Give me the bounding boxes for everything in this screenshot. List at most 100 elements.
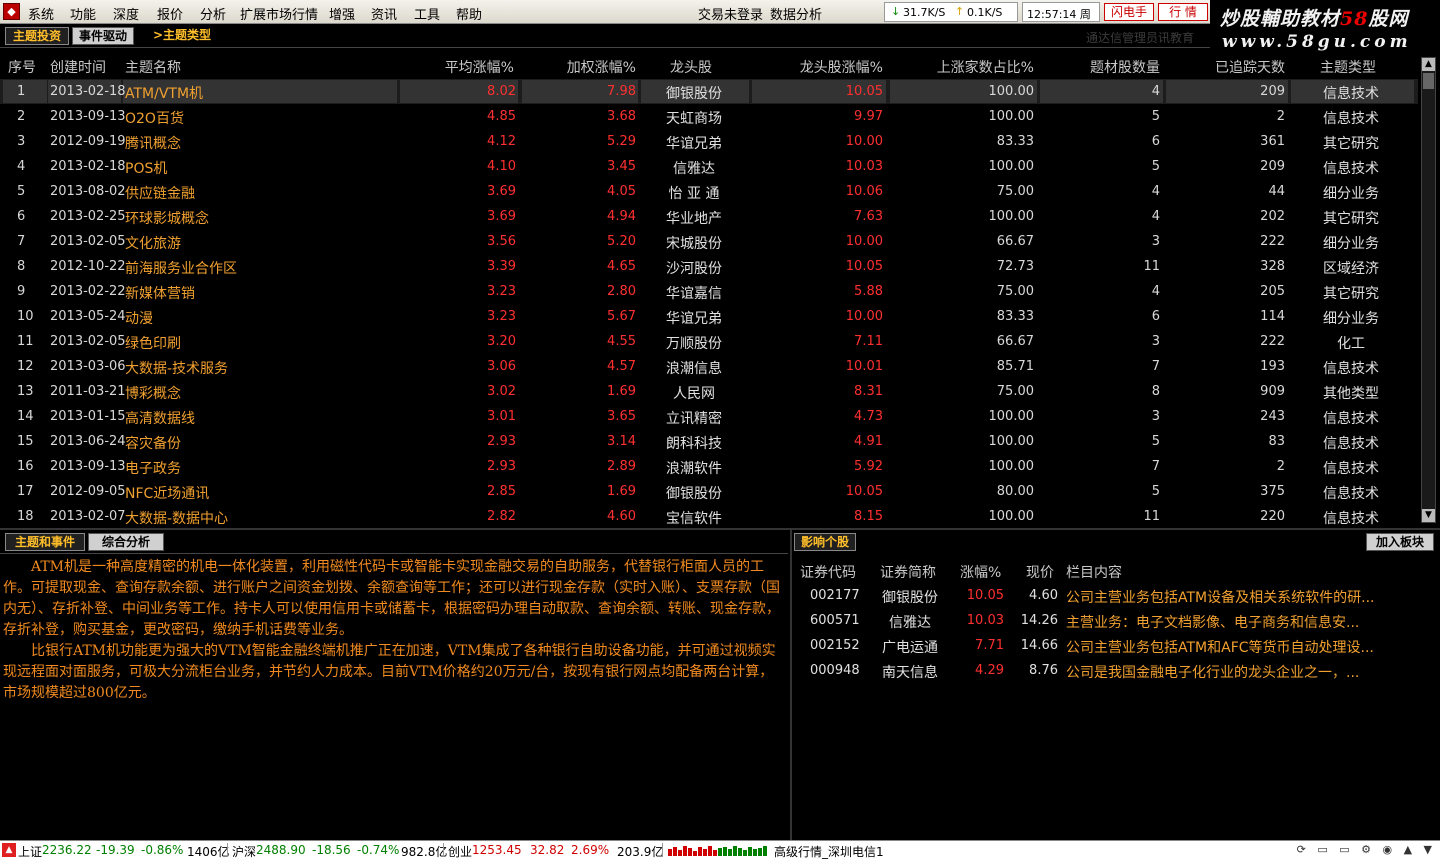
scroll-thumb[interactable]	[1423, 73, 1434, 89]
cell-date: 2012-10-22	[50, 259, 126, 274]
sh-label[interactable]: 上证	[18, 843, 42, 859]
table-row[interactable]: 9 2013-02-22 新媒体营销 3.23 2.80 华谊嘉信 5.88 75.00 4 20…	[0, 279, 1418, 304]
header-date[interactable]: 创建时间	[50, 57, 106, 77]
clock: 12:57:14 周日	[1022, 2, 1100, 37]
cell-leader-pct: 7.11	[854, 334, 883, 349]
header-leader[interactable]: 龙头股	[670, 57, 712, 77]
stock-change-pct: 10.05	[966, 588, 1004, 603]
table-row[interactable]: 8 2012-10-22 前海服务业合作区 3.39 4.65 沙河股份 10.05 72.7…	[0, 254, 1418, 279]
cell-weighted-pct: 4.55	[607, 334, 636, 349]
table-row[interactable]: 13 2011-03-21 博彩概念 3.02 1.69 人民网 8.31 75.00 8 909…	[0, 379, 1418, 404]
table-row[interactable]: 15 2013-06-24 容灾备份 2.93 3.14 朗科科技 4.91 100.00 5 8…	[0, 429, 1418, 454]
cell-up-ratio: 75.00	[996, 184, 1034, 199]
cell-theme-type: 信息技术	[1323, 436, 1379, 452]
table-row[interactable]: 11 2013-02-05 绿色印刷 3.20 4.55 万顺股份 7.11 66.67 3 22…	[0, 329, 1418, 354]
cell-stock-count: 4	[1151, 184, 1160, 199]
header-up-ratio[interactable]: 上涨家数占比%	[937, 57, 1034, 77]
add-to-block-button[interactable]: 加入板块	[1366, 533, 1434, 551]
table-scrollbar[interactable]: ▲ ▼	[1421, 57, 1436, 523]
cell-tracked-days: 909	[1260, 384, 1285, 399]
quote-button[interactable]: 行 情	[1158, 3, 1208, 21]
menu-system[interactable]: 系统	[28, 4, 54, 23]
header-tracked-days[interactable]: 已追踪天数	[1215, 57, 1285, 77]
header-content[interactable]: 栏目内容	[1066, 562, 1122, 582]
header-weighted-pct[interactable]: 加权涨幅%	[567, 57, 636, 77]
app-logo-icon[interactable]: ◆	[3, 3, 20, 20]
table-row[interactable]: 6 2013-02-25 环球影城概念 3.69 4.94 华业地产 7.63 100.00 4…	[0, 204, 1418, 229]
header-price[interactable]: 现价	[1026, 562, 1054, 582]
scroll-up-icon[interactable]: ▲	[1422, 58, 1435, 71]
stock-row[interactable]: 600571 信雅达 10.03 14.26 主营业务：电子文档影像、电子商务和信息安.…	[792, 608, 1440, 633]
tab-event-driven[interactable]: 事件驱动	[72, 27, 134, 45]
market-icon[interactable]: ▲	[2, 843, 16, 857]
menu-function[interactable]: 功能	[70, 4, 96, 23]
table-row[interactable]: 18 2013-02-07 大数据-数据中心 2.82 4.60 宝信软件 8.15 100.…	[0, 504, 1418, 528]
header-short-name[interactable]: 证券简称	[880, 562, 936, 582]
affected-stocks-panel: 影响个股 加入板块 证券代码 证券简称 涨幅% 现价 栏目内容 002177 御银…	[790, 530, 1440, 840]
table-row[interactable]: 7 2013-02-05 文化旅游 3.56 5.20 宋城股份 10.00 66.67 3 22…	[0, 229, 1418, 254]
flash-trade-button[interactable]: 闪电手	[1104, 3, 1154, 21]
cell-avg-pct: 3.69	[487, 184, 516, 199]
table-row[interactable]: 3 2012-09-19 腾讯概念 4.12 5.29 华谊兄弟 10.00 83.33 6 36…	[0, 129, 1418, 154]
header-avg-pct[interactable]: 平均涨幅%	[445, 57, 514, 77]
cy-index: 1253.45	[472, 843, 522, 857]
header-no[interactable]: 序号	[8, 57, 36, 77]
trade-login-status[interactable]: 交易未登录	[698, 4, 763, 23]
header-theme-type[interactable]: 主题类型	[1320, 57, 1376, 77]
cy-label[interactable]: 创业	[448, 843, 472, 859]
table-row[interactable]: 10 2013-05-24 动漫 3.23 5.67 华谊兄弟 10.00 83.33 6 114…	[0, 304, 1418, 329]
menu-extended-market[interactable]: 扩展市场行情	[240, 4, 318, 23]
menu-enhance[interactable]: 增强	[329, 4, 355, 23]
cell-no: 11	[17, 334, 34, 349]
menu-quote[interactable]: 报价	[157, 4, 183, 23]
header-change-pct[interactable]: 涨幅%	[960, 562, 1001, 582]
status-tool-icons[interactable]: ⟳ ▭ ▭ ⚙ ◉ ▲ ▼	[1297, 843, 1436, 856]
data-analysis-status[interactable]: 数据分析	[770, 4, 822, 23]
stock-row[interactable]: 000948 南天信息 4.29 8.76 公司是我国金融电子化行业的龙头企业之一，..…	[792, 658, 1440, 683]
table-row[interactable]: 5 2013-08-02 供应链金融 3.69 4.05 怡 亚 通 10.06 75.00 4…	[0, 179, 1418, 204]
stock-code: 000948	[810, 663, 860, 678]
menu-tools[interactable]: 工具	[414, 4, 440, 23]
table-row[interactable]: 4 2013-02-18 POS机 4.10 3.45 信雅达 10.03 100.00 5 20…	[0, 154, 1418, 179]
table-row[interactable]: 17 2012-09-05 NFC近场通讯 2.85 1.69 御银股份 10.05 80.0…	[0, 479, 1418, 504]
menu-news[interactable]: 资讯	[371, 4, 397, 23]
tab-comprehensive-analysis[interactable]: 综合分析	[88, 533, 164, 551]
description-paragraph: 比银行ATM机功能更为强大的VTM智能金融终端机推广正在加速，VTM集成了各种银…	[3, 643, 776, 701]
cell-theme-name: 电子政务	[125, 461, 181, 477]
header-leader-pct[interactable]: 龙头股涨幅%	[800, 57, 883, 77]
header-name[interactable]: 主题名称	[125, 57, 181, 77]
hs-amount: 982.8亿	[401, 845, 448, 859]
hs-label[interactable]: 沪深	[232, 843, 256, 859]
cell-leader-pct: 4.91	[854, 434, 883, 449]
table-row[interactable]: 16 2013-09-13 电子政务 2.93 2.89 浪潮软件 5.92 100.00 7 2…	[0, 454, 1418, 479]
theme-description-panel: 主题和事件 综合分析 ATM机是一种高度精密的机电一体化装置，利用磁性代码卡或智…	[0, 530, 788, 840]
breadth-bar	[708, 846, 712, 856]
menu-depth[interactable]: 深度	[113, 4, 139, 23]
header-code[interactable]: 证券代码	[800, 562, 856, 582]
cell-theme-name: 文化旅游	[125, 236, 181, 252]
cell-stock-count: 7	[1151, 459, 1160, 474]
server-status[interactable]: 高级行情_深圳电信1	[774, 843, 884, 859]
menu-help[interactable]: 帮助	[456, 4, 482, 23]
tab-theme-investment[interactable]: 主题投资	[5, 27, 69, 45]
header-stock-count[interactable]: 题材股数量	[1090, 57, 1160, 77]
cell-avg-pct: 3.39	[487, 259, 516, 274]
tab-theme-and-event[interactable]: 主题和事件	[5, 533, 85, 551]
table-row[interactable]: 1 2013-02-18 ATM/VTM机 8.02 7.98 御银股份 10.05 100.…	[0, 79, 1418, 104]
stock-row[interactable]: 002152 广电运通 7.71 14.66 公司主营业务包括ATM和AFC等货币自动处…	[792, 633, 1440, 658]
cell-avg-pct: 2.93	[487, 459, 516, 474]
tab-affected-stocks[interactable]: 影响个股	[794, 533, 856, 551]
table-row[interactable]: 14 2013-01-15 高清数据线 3.01 3.65 立讯精密 4.73 100.00 3…	[0, 404, 1418, 429]
table-row[interactable]: 2 2013-09-13 O2O百货 4.85 3.68 天虹商场 9.97 100.00 5 2…	[0, 104, 1418, 129]
market-breadth-bars	[668, 845, 768, 856]
download-speed: 31.7K/S	[903, 6, 946, 19]
scroll-down-icon[interactable]: ▼	[1422, 509, 1435, 522]
cell-weighted-pct: 4.65	[607, 259, 636, 274]
cell-no: 18	[17, 509, 34, 524]
stock-row[interactable]: 002177 御银股份 10.05 4.60 公司主营业务包括ATM设备及相关系统软件的…	[792, 583, 1440, 608]
tab-theme-type[interactable]: >主题类型	[150, 27, 214, 45]
table-row[interactable]: 12 2013-03-06 大数据-技术服务 3.06 4.57 浪潮信息 10.01 85.…	[0, 354, 1418, 379]
menu-analysis[interactable]: 分析	[200, 4, 226, 23]
breadth-bar	[673, 847, 677, 856]
cell-weighted-pct: 5.29	[607, 134, 636, 149]
